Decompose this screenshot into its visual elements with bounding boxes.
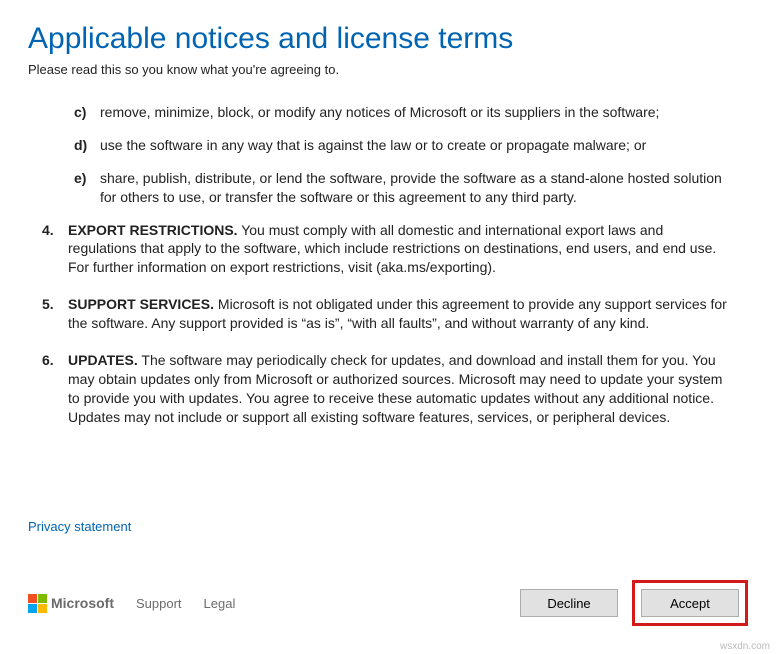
section-item: 4. EXPORT RESTRICTIONS. You must comply …	[42, 221, 734, 278]
accept-button[interactable]: Accept	[641, 589, 739, 617]
privacy-statement-link[interactable]: Privacy statement	[0, 515, 131, 534]
microsoft-logo-icon	[28, 594, 47, 613]
list-text: share, publish, distribute, or lend the …	[100, 169, 734, 207]
page-title: Applicable notices and license terms	[28, 22, 748, 56]
list-item: d) use the software in any way that is a…	[74, 136, 734, 155]
page-subtitle: Please read this so you know what you're…	[28, 62, 748, 77]
decline-button[interactable]: Decline	[520, 589, 618, 617]
footer: Microsoft Support Legal Decline Accept	[28, 580, 748, 626]
section-body: SUPPORT SERVICES. Microsoft is not oblig…	[68, 295, 734, 333]
accept-highlight: Accept	[632, 580, 748, 626]
section-item: 5. SUPPORT SERVICES. Microsoft is not ob…	[42, 295, 734, 333]
microsoft-logo: Microsoft	[28, 594, 114, 613]
section-title: UPDATES.	[68, 352, 138, 368]
list-marker: c)	[74, 103, 100, 122]
section-body: EXPORT RESTRICTIONS. You must comply wit…	[68, 221, 734, 278]
list-text: use the software in any way that is agai…	[100, 136, 734, 155]
section-text: The software may periodically check for …	[68, 352, 722, 425]
legal-link[interactable]: Legal	[204, 596, 236, 611]
section-body: UPDATES. The software may periodically c…	[68, 351, 734, 427]
section-number: 4.	[42, 221, 68, 278]
section-item: 6. UPDATES. The software may periodicall…	[42, 351, 734, 427]
license-text-area[interactable]: c) remove, minimize, block, or modify an…	[28, 95, 748, 515]
list-marker: d)	[74, 136, 100, 155]
list-item: e) share, publish, distribute, or lend t…	[74, 169, 734, 207]
watermark: wsxdn.com	[720, 641, 770, 652]
section-title: SUPPORT SERVICES.	[68, 296, 214, 312]
section-title: EXPORT RESTRICTIONS.	[68, 222, 238, 238]
support-link[interactable]: Support	[136, 596, 182, 611]
list-item: c) remove, minimize, block, or modify an…	[74, 103, 734, 122]
section-number: 6.	[42, 351, 68, 427]
microsoft-label: Microsoft	[51, 595, 114, 611]
section-number: 5.	[42, 295, 68, 333]
list-text: remove, minimize, block, or modify any n…	[100, 103, 734, 122]
list-marker: e)	[74, 169, 100, 207]
